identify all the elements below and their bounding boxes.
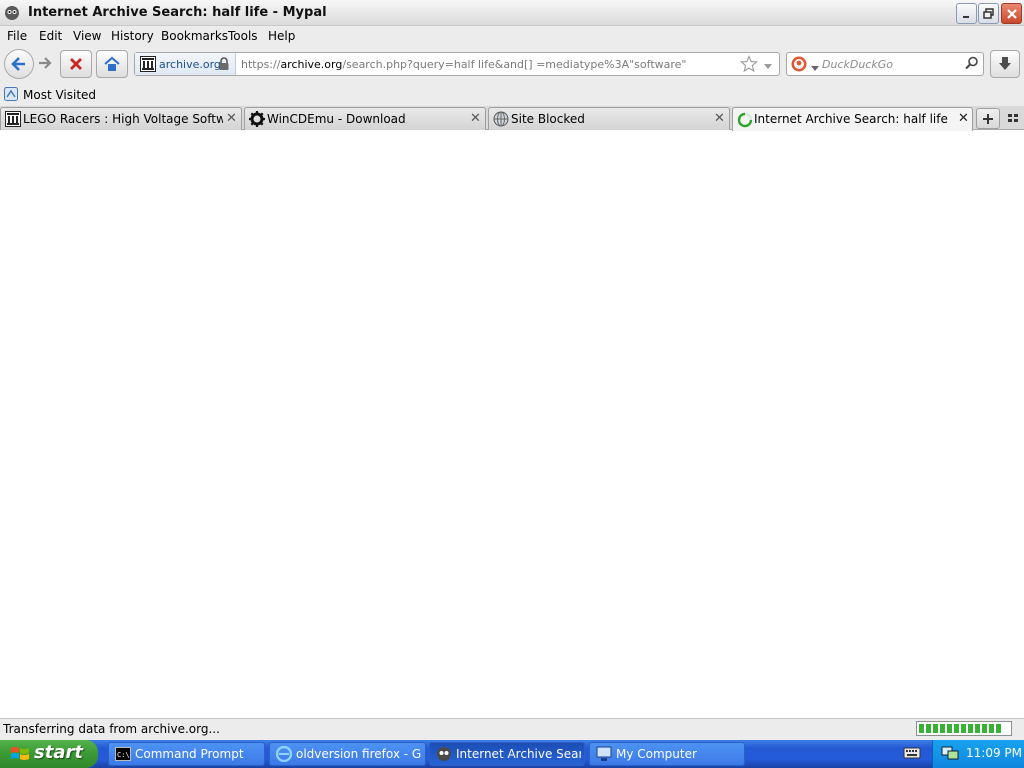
taskbar-my-computer[interactable]: My Computer — [589, 742, 745, 766]
progress-segment — [975, 724, 980, 733]
menu-edit[interactable]: Edit — [39, 29, 62, 43]
tab-wincdemu[interactable]: WinCDEmu - Download ✕ — [244, 107, 486, 130]
task-label: Command Prompt — [135, 747, 244, 761]
back-button[interactable] — [4, 49, 34, 79]
mypal-app-icon — [437, 747, 451, 761]
forward-arrow-icon — [39, 57, 52, 69]
keyboard-language-icon[interactable] — [903, 745, 921, 761]
command-prompt-icon: C:\ — [115, 747, 131, 761]
tab-close-icon[interactable]: ✕ — [226, 111, 237, 126]
back-arrow-icon — [11, 57, 25, 71]
progress-segment — [954, 724, 959, 733]
url-path: /search.php?query=half life&and[] =media… — [342, 58, 687, 71]
page-content-area[interactable] — [0, 131, 1024, 718]
taskbar-internet-archive-search[interactable]: Internet Archive Sear... — [429, 742, 585, 766]
tab-label: LEGO Racers : High Voltage Software, I..… — [23, 112, 223, 126]
progress-segment — [947, 724, 952, 733]
close-window-button[interactable] — [1001, 3, 1022, 24]
url-dropdown-icon[interactable] — [763, 60, 773, 69]
stop-button[interactable] — [60, 50, 92, 78]
list-all-tabs-button[interactable] — [1007, 112, 1019, 124]
menu-help[interactable]: Help — [268, 29, 295, 43]
taskbar-command-prompt[interactable]: C:\ Command Prompt — [108, 742, 265, 766]
plus-icon — [983, 113, 993, 124]
identity-label: archive.org — [159, 58, 221, 71]
minimize-icon — [962, 15, 969, 18]
tab-internet-archive-search[interactable]: Internet Archive Search: half life ✕ — [732, 107, 973, 131]
download-arrow-icon — [999, 57, 1011, 70]
archive-favicon — [5, 111, 21, 127]
progress-segment — [961, 724, 966, 733]
bookmark-star-icon[interactable] — [740, 55, 758, 73]
loading-progress-bar — [916, 721, 1012, 736]
windows-logo-icon — [10, 745, 30, 763]
url-scheme: https:// — [241, 58, 281, 71]
start-label: start — [34, 742, 83, 763]
network-connection-icon[interactable] — [941, 745, 959, 761]
menu-tools[interactable]: Tools — [228, 29, 258, 43]
search-placeholder: DuckDuckGo — [822, 58, 893, 71]
progress-segment — [940, 724, 945, 733]
minimize-button[interactable] — [956, 3, 977, 24]
task-label: oldversion firefox - G... — [296, 747, 421, 761]
bookmarks-toolbar — [0, 84, 1024, 106]
new-tab-button[interactable] — [976, 108, 1000, 129]
close-icon — [1006, 8, 1017, 19]
taskbar-oldversion-firefox[interactable]: oldversion firefox - G... — [269, 742, 426, 766]
mypal-app-icon — [4, 5, 20, 21]
url-text[interactable]: https://archive.org/search.php?query=hal… — [241, 58, 686, 71]
tab-lego-racers[interactable]: LEGO Racers : High Voltage Software, I..… — [0, 107, 242, 130]
grid-icon — [1008, 114, 1018, 122]
menu-bookmarks[interactable]: Bookmarks — [161, 29, 228, 43]
globe-icon — [493, 111, 509, 127]
archive-favicon — [140, 56, 156, 72]
progress-segment — [989, 724, 994, 733]
stop-x-icon — [70, 58, 82, 70]
status-text: Transferring data from archive.org... — [3, 722, 220, 736]
tab-site-blocked[interactable]: Site Blocked ✕ — [488, 107, 730, 130]
progress-segment — [968, 724, 973, 733]
progress-segment — [919, 724, 924, 733]
progress-segment — [933, 724, 938, 733]
tab-label: Internet Archive Search: half life — [754, 112, 948, 126]
search-go-icon[interactable] — [965, 56, 979, 70]
gear-icon — [249, 111, 265, 127]
url-domain: archive.org — [280, 58, 343, 71]
home-icon — [104, 56, 120, 71]
most-visited-bookmark[interactable]: Most Visited — [23, 88, 96, 102]
progress-segment — [982, 724, 987, 733]
my-computer-icon — [596, 746, 612, 761]
ie-browser-icon — [276, 746, 292, 762]
forward-button[interactable] — [36, 54, 54, 74]
menu-view[interactable]: View — [73, 29, 101, 43]
duckduckgo-icon[interactable] — [791, 56, 807, 72]
tab-close-icon[interactable]: ✕ — [470, 111, 481, 126]
tab-close-icon[interactable]: ✕ — [714, 111, 725, 126]
tab-close-icon[interactable]: ✕ — [958, 111, 969, 126]
tab-label: WinCDEmu - Download — [267, 112, 406, 126]
restore-icon — [982, 7, 994, 19]
menu-history[interactable]: History — [111, 29, 154, 43]
menu-file[interactable]: File — [7, 29, 27, 43]
restore-button[interactable] — [978, 3, 999, 24]
task-label: My Computer — [616, 747, 697, 761]
progress-segment — [926, 724, 931, 733]
engine-dropdown-icon[interactable] — [811, 61, 819, 71]
window-title: Internet Archive Search: half life - Myp… — [28, 5, 327, 20]
loading-spinner-icon — [737, 112, 753, 128]
progress-segment — [996, 724, 1001, 733]
svg-text:C:\: C:\ — [117, 751, 130, 759]
most-visited-folder-icon — [4, 87, 18, 101]
home-button[interactable] — [96, 50, 128, 78]
tab-label: Site Blocked — [511, 112, 585, 126]
downloads-button[interactable] — [990, 50, 1020, 78]
task-label: Internet Archive Sear... — [456, 747, 581, 761]
clock: 11:09 PM — [966, 746, 1022, 760]
lock-icon — [218, 57, 230, 71]
